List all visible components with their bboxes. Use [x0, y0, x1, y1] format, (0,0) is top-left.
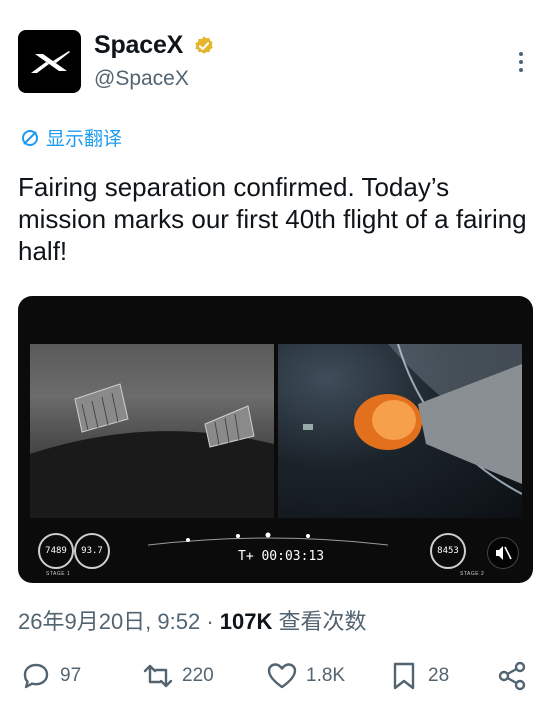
views-label: 查看次数 — [272, 609, 367, 634]
bookmark-icon — [393, 662, 415, 690]
handle[interactable]: @SpaceX — [94, 67, 189, 91]
timestamp[interactable]: 26年9月20日, 9:52 — [18, 609, 200, 634]
like-count: 1.8K — [306, 665, 346, 686]
repost-button[interactable]: 220 — [142, 660, 214, 692]
video-right-panel — [278, 344, 522, 518]
translate-label: 显示翻译 — [46, 129, 123, 150]
repost-count: 220 — [182, 665, 214, 686]
translate-icon — [22, 129, 38, 146]
video-left-panel — [30, 344, 274, 518]
action-bar: 97 220 1.8K 28 — [18, 660, 533, 700]
tweet-meta: 26年9月20日, 9:52 · 107K 查看次数 — [18, 604, 367, 636]
spacex-logo-icon — [30, 50, 70, 73]
fairing-view-image — [30, 383, 274, 518]
display-name[interactable]: SpaceX — [94, 31, 183, 60]
like-button[interactable]: 1.8K — [266, 660, 345, 692]
reply-icon — [23, 663, 49, 689]
stage2-label: STAGE 2 — [460, 571, 485, 577]
more-options-icon[interactable] — [514, 48, 528, 76]
views-count: 107K — [219, 609, 273, 634]
reply-button[interactable]: 97 — [20, 660, 81, 692]
mute-button[interactable] — [487, 537, 519, 569]
stage1-speed-gauge: 7489 — [38, 533, 74, 569]
translate-link[interactable]: 显示翻译 — [20, 124, 122, 151]
verified-badge-icon — [195, 36, 213, 54]
share-button[interactable] — [496, 660, 528, 692]
share-icon — [498, 661, 526, 691]
stage1-label: STAGE 1 — [46, 571, 71, 577]
volume-muted-icon — [496, 546, 512, 560]
avatar[interactable] — [18, 30, 81, 93]
meta-separator: · — [200, 609, 220, 634]
upper-stage-image — [303, 344, 522, 495]
heart-icon — [267, 663, 297, 689]
timeline-icon — [148, 532, 388, 546]
video-player[interactable]: 7489 93.7 STAGE 1 T+ 00:03:13 8453 STAGE… — [18, 296, 533, 583]
stage1-altitude-gauge: 93.7 — [74, 533, 110, 569]
bookmark-count: 28 — [428, 665, 450, 686]
stage2-speed-gauge: 8453 — [430, 533, 466, 569]
repost-icon — [143, 664, 173, 688]
telemetry-overlay: 7489 93.7 STAGE 1 T+ 00:03:13 8453 STAGE… — [18, 523, 533, 583]
mission-timer: T+ 00:03:13 — [238, 549, 325, 564]
tweet-text: Fairing separation confirmed. Today’s mi… — [18, 172, 527, 266]
bookmark-button[interactable]: 28 — [388, 660, 449, 692]
reply-count: 97 — [60, 665, 82, 686]
